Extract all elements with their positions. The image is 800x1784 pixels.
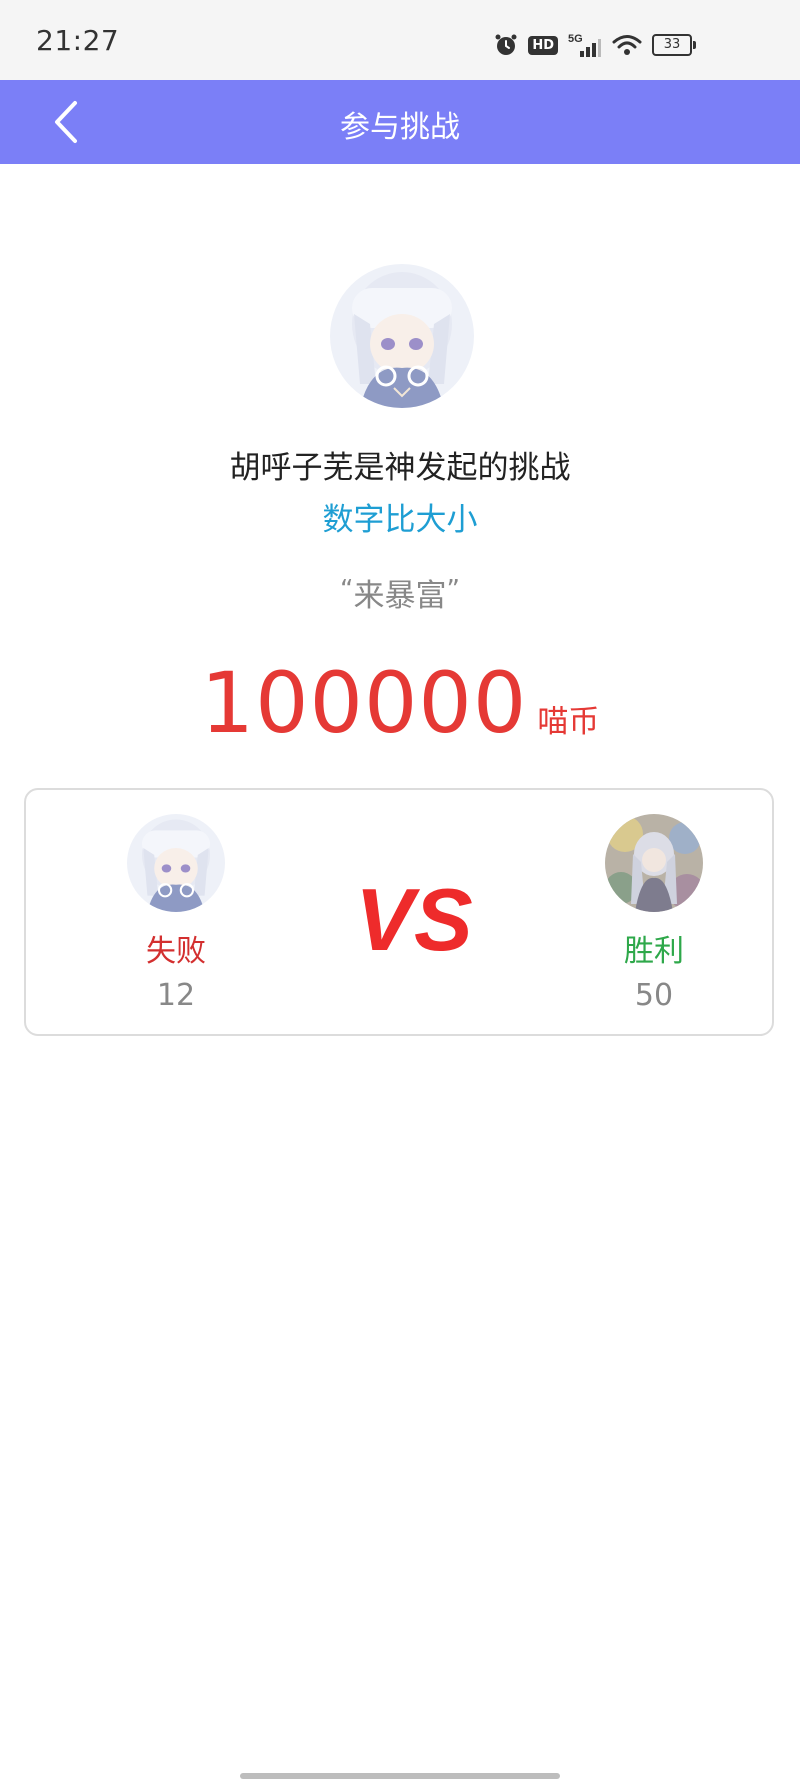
battery-icon: 33 — [652, 34, 696, 56]
battery-level: 33 — [652, 34, 692, 56]
wifi-icon — [612, 33, 642, 57]
status-time: 21:27 — [36, 24, 120, 57]
left-player-result: 失败 — [146, 934, 206, 969]
status-icons: HD 5G 33 — [494, 28, 696, 62]
quote-open: “ — [340, 575, 354, 605]
left-player: 失败 12 — [106, 814, 246, 1013]
alarm-icon — [494, 33, 518, 57]
initiator-avatar[interactable] — [330, 264, 474, 408]
svg-text:5G: 5G — [568, 33, 583, 45]
stake-amount: 100000 — [200, 654, 528, 752]
versus-card: 失败 12 VS 胜利 50 — [24, 788, 774, 1036]
right-player: 胜利 50 — [584, 814, 724, 1013]
right-player-result: 胜利 — [624, 934, 684, 969]
right-player-avatar[interactable] — [605, 814, 703, 912]
challenge-initiator-text: 胡呼子芜是神发起的挑战 — [229, 450, 571, 486]
left-player-avatar[interactable] — [127, 814, 225, 912]
stake-unit: 喵币 — [537, 704, 600, 740]
game-type-link[interactable]: 数字比大小 — [0, 494, 800, 539]
message-text: 来暴富 — [353, 578, 447, 614]
left-player-count: 12 — [156, 978, 196, 1013]
stake-amount-row: 100000 喵币 — [0, 654, 800, 752]
vs-label: VS — [355, 874, 472, 966]
status-bar: 21:27 HD 5G 33 — [0, 0, 800, 80]
right-player-count: 50 — [634, 978, 674, 1013]
app-bar: 参与挑战 — [0, 80, 800, 164]
vs-icon: VS — [355, 874, 472, 966]
home-indicator[interactable] — [240, 1773, 560, 1779]
challenge-message: “来暴富” — [0, 570, 800, 615]
page-title: 参与挑战 — [340, 110, 460, 145]
hd-icon: HD — [528, 35, 558, 55]
quote-close: ” — [446, 575, 460, 605]
cellular-signal-icon: 5G — [568, 31, 602, 59]
